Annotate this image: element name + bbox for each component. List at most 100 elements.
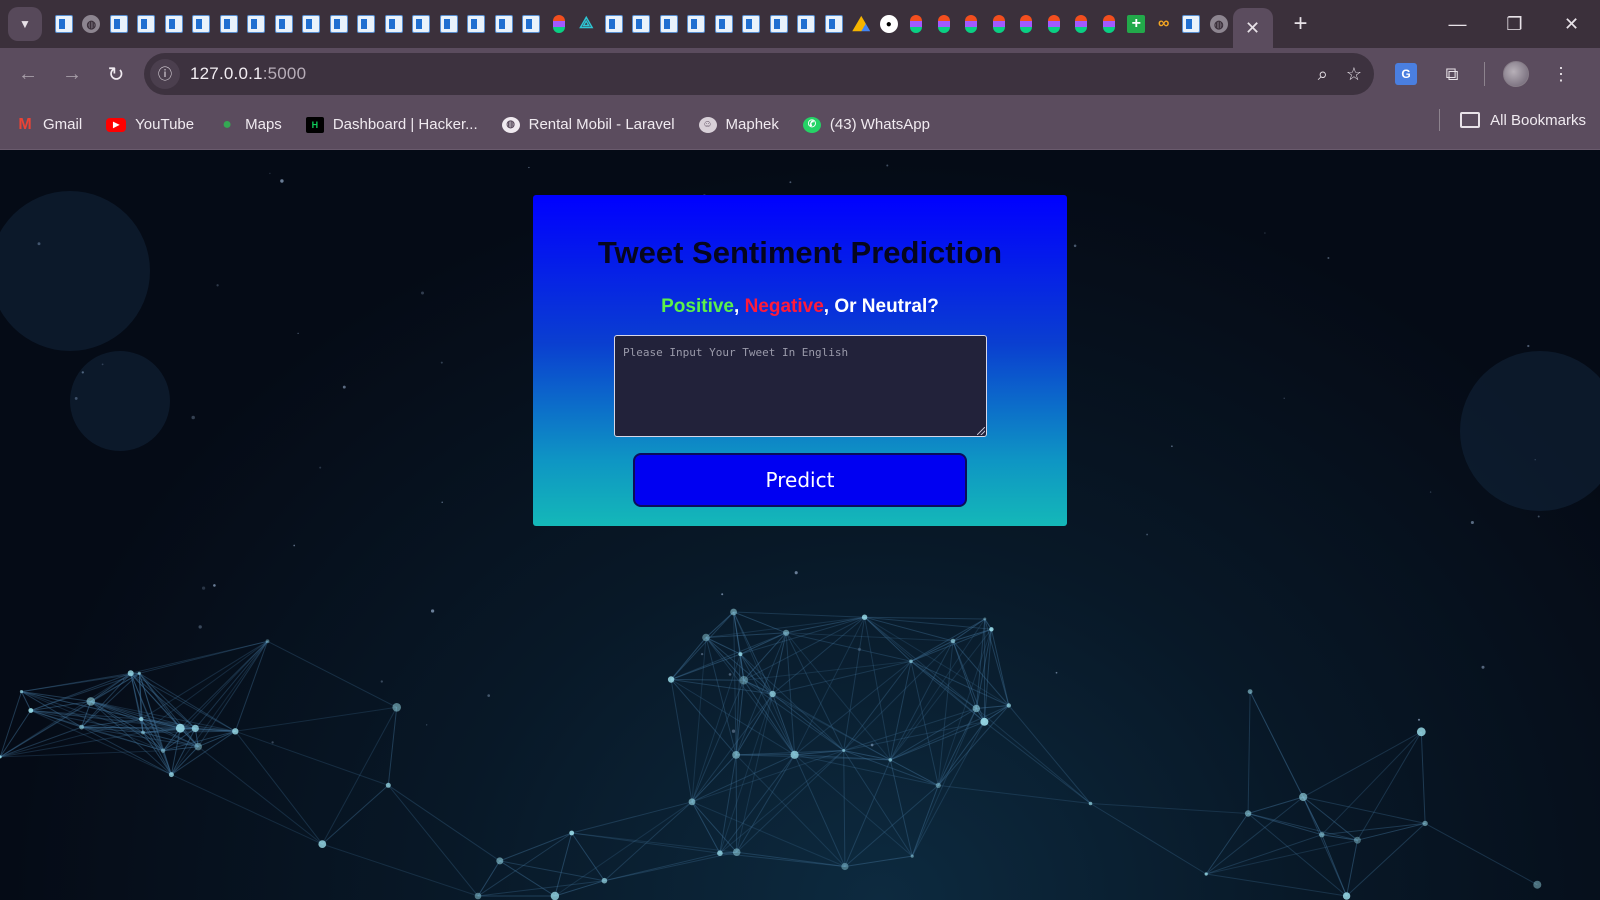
site-info-icon[interactable]: ⓘ [150,59,180,89]
pinned-tab[interactable] [325,0,353,48]
network-link [740,653,845,751]
star-dot [319,466,322,469]
pinned-tab[interactable] [820,0,848,48]
pinned-tab[interactable] [985,0,1013,48]
pinned-tab[interactable] [683,0,711,48]
bookmark-maphek[interactable]: ☺ Maphek [689,109,789,141]
network-link [705,632,787,638]
minimize-button[interactable]: — [1429,0,1486,48]
pinned-tab[interactable] [298,0,326,48]
star-dot [191,415,195,420]
network-node [983,617,987,621]
pinned-tab[interactable] [50,0,78,48]
pinned-tab[interactable] [270,0,298,48]
address-bar[interactable]: ⓘ 127.0.0.1:5000 ⌕ ☆ [144,53,1374,95]
pinned-tab[interactable] [958,0,986,48]
reload-button[interactable]: ↻ [94,56,138,92]
network-link [670,679,693,802]
zoom-icon[interactable]: ⌕ [1318,64,1328,85]
pinned-tab[interactable] [930,0,958,48]
doc-icon [769,15,788,33]
network-link [321,707,398,845]
pinned-tab[interactable] [903,0,931,48]
puzzle-icon[interactable]: ⧉ [1438,60,1466,88]
restore-button[interactable]: ❐ [1486,0,1543,48]
close-tab-icon[interactable]: ✕ [1245,18,1260,39]
tab-search-button[interactable]: ▼ [8,7,42,41]
pinned-tab[interactable]: ⟁ [573,0,601,48]
bookmark-youtube[interactable]: ▶ YouTube [96,109,204,141]
pinned-tab[interactable] [710,0,738,48]
doc-icon [384,15,403,33]
all-bookmarks[interactable]: All Bookmarks [1439,109,1586,131]
pinned-tab[interactable] [133,0,161,48]
pinned-tab[interactable] [243,0,271,48]
url-text[interactable]: 127.0.0.1:5000 [190,64,306,84]
avatar[interactable] [1503,61,1529,87]
star-dot [380,680,383,683]
pinned-tab[interactable] [765,0,793,48]
pinned-tab[interactable]: ∞ [1150,0,1178,48]
network-link [1205,796,1304,875]
star-dot [1283,397,1285,399]
pinned-tab[interactable] [490,0,518,48]
back-button[interactable]: ← [6,56,50,92]
google-translate-button[interactable]: G [1392,60,1420,88]
figma-icon [910,15,923,33]
pinned-tab[interactable] [435,0,463,48]
bokeh-circle [70,351,170,451]
pinned-tab[interactable] [655,0,683,48]
star-dot [421,291,424,295]
browser-toolbar: ← → ↻ ⓘ 127.0.0.1:5000 ⌕ ☆ G ⧉ ⋮ [0,48,1600,100]
pinned-tab[interactable]: ◍ [1205,0,1233,48]
pinned-tab[interactable] [1040,0,1068,48]
bookmark-rental-mobil[interactable]: ◍ Rental Mobil - Laravel [492,109,685,141]
close-window-button[interactable]: ✕ [1543,0,1600,48]
network-link [785,632,796,755]
bookmark-label: Rental Mobil - Laravel [528,116,675,133]
pinned-tab[interactable]: ◍ [78,0,106,48]
pinned-tab[interactable] [215,0,243,48]
star-icon[interactable]: ☆ [1346,64,1362,85]
bookmark-whatsapp[interactable]: ✆ (43) WhatsApp [793,109,940,141]
star-dot [487,694,491,697]
tweet-input[interactable] [614,335,987,437]
network-link [321,784,389,845]
forward-button[interactable]: → [50,56,94,92]
star-dot [216,284,219,287]
network-link [910,660,1010,706]
pinned-tab[interactable] [1013,0,1041,48]
kebab-menu-icon[interactable]: ⋮ [1547,60,1575,88]
new-tab-button[interactable]: + [1281,4,1321,44]
active-tab[interactable]: ✕ [1232,8,1273,48]
pinned-tab[interactable] [1095,0,1123,48]
pinned-tab[interactable] [518,0,546,48]
pinned-tab[interactable] [848,0,876,48]
pinned-tab[interactable] [628,0,656,48]
pinned-tab[interactable] [463,0,491,48]
pinned-tab[interactable] [738,0,766,48]
bookmark-maps[interactable]: ● Maps [208,109,292,141]
pinned-tab[interactable] [408,0,436,48]
pinned-tab[interactable]: ● [875,0,903,48]
pinned-tab[interactable] [105,0,133,48]
pinned-tab[interactable] [380,0,408,48]
bookmark-hackerrank[interactable]: H Dashboard | Hacker... [296,109,488,141]
pinned-tab[interactable] [188,0,216,48]
network-node [1247,689,1253,694]
pinned-tab[interactable] [1068,0,1096,48]
network-link [794,754,846,867]
network-node [127,670,134,677]
pinned-tab[interactable] [160,0,188,48]
predict-button[interactable]: Predict [633,453,967,507]
tab-strip: ▼ ◍ ⟁ ● + ∞ ◍ ✕ + — ❐ ✕ [0,0,1600,48]
star-dot [198,625,202,629]
pinned-tab[interactable] [545,0,573,48]
pinned-tab[interactable] [353,0,381,48]
figma-icon [1075,15,1088,33]
pinned-tab[interactable] [1178,0,1206,48]
pinned-tab[interactable] [793,0,821,48]
pinned-tab[interactable] [600,0,628,48]
bookmark-gmail[interactable]: M Gmail [6,109,92,141]
pinned-tab[interactable]: + [1123,0,1151,48]
